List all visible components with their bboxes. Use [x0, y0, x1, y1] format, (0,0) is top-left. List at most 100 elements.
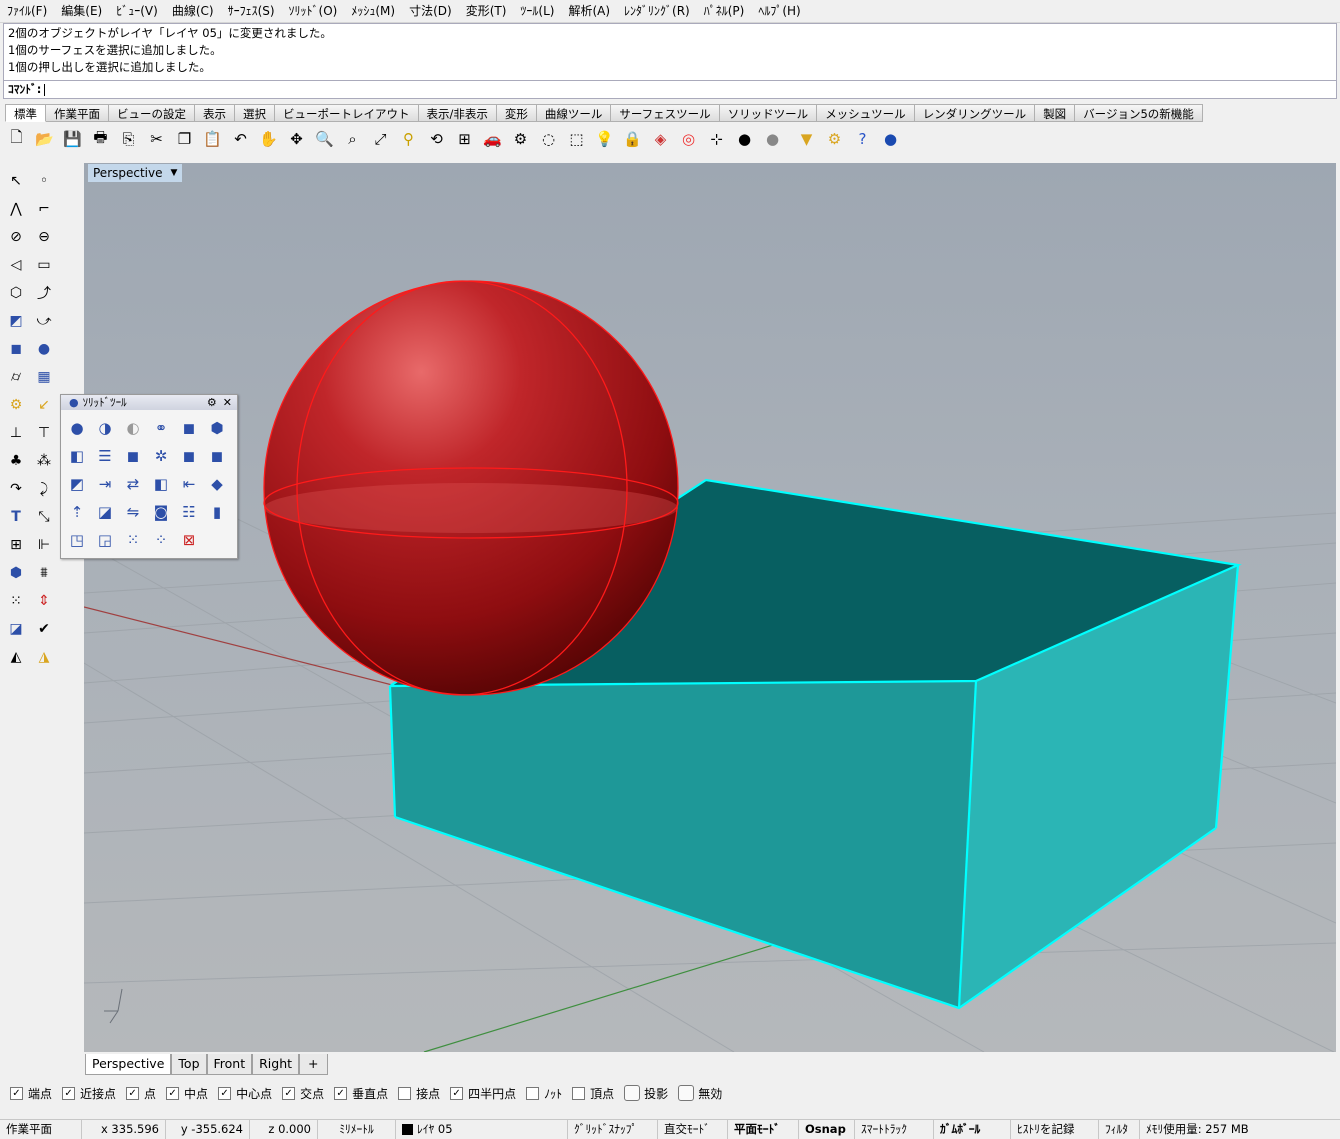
solid-tools-header[interactable]: ● ｿﾘｯﾄﾞﾂｰﾙ ⚙ ✕	[61, 395, 237, 410]
osnap-intersection[interactable]: ✓ 交点	[282, 1085, 324, 1102]
render-sphere-icon[interactable]: ●	[733, 127, 756, 151]
tab-solid-tools[interactable]: ソリッドツール	[719, 104, 818, 122]
save-icon[interactable]: 💾	[61, 127, 84, 151]
status-units[interactable]: ﾐﾘﾒｰﾄﾙ	[318, 1120, 396, 1139]
tab-display[interactable]: 表示	[195, 104, 235, 122]
rotate-3d-icon[interactable]: ⤸	[32, 477, 56, 501]
scale-icon[interactable]: ⤡	[32, 505, 56, 529]
osnap-near[interactable]: ✓ 近接点	[62, 1085, 116, 1102]
mesh-icon[interactable]: ▦	[32, 365, 56, 389]
command-history[interactable]: 2個のオブジェクトがレイヤ「レイヤ 05」に変更されました。 1個のサーフェスを…	[3, 23, 1337, 81]
print-icon[interactable]: 🖶	[89, 127, 112, 151]
car-icon[interactable]: 🚗	[481, 127, 504, 151]
solid-block2-icon[interactable]: ◼	[203, 442, 231, 470]
osnap-point[interactable]: ✓ 点	[126, 1085, 156, 1102]
tab-select[interactable]: 選択	[235, 104, 275, 122]
tab-curve-tools[interactable]: 曲線ツール	[536, 104, 612, 122]
menu-dimension[interactable]: 寸法(D)	[402, 0, 459, 22]
four-views-icon[interactable]: ⊞	[453, 127, 476, 151]
boolean-split-icon[interactable]: ⚭	[147, 414, 175, 442]
osnap-mid[interactable]: ✓ 中点	[166, 1085, 208, 1102]
zoom-selected-icon[interactable]: ⚲	[397, 127, 420, 151]
osnap-perpendicular[interactable]: ✓ 垂直点	[334, 1085, 388, 1102]
tab-drafting[interactable]: 製図	[1035, 104, 1076, 122]
zoom-extents-icon[interactable]: ⤢	[369, 127, 392, 151]
array-icon[interactable]: ⊞	[4, 533, 28, 557]
split-icon[interactable]: ⊥	[4, 421, 28, 445]
record-icon[interactable]: ▼	[795, 127, 818, 151]
viewport-title[interactable]: Perspective ▼	[88, 164, 183, 182]
move-edge-icon[interactable]: ⇄	[119, 470, 147, 498]
material-sphere-icon[interactable]: ●	[761, 127, 784, 151]
tab-visibility[interactable]: 表示/非表示	[418, 104, 497, 122]
status-gumball[interactable]: ｶﾞﾑﾎﾞｰﾙ	[934, 1120, 1011, 1139]
solid-points-icon[interactable]: ◆	[203, 470, 231, 498]
make-hole-icon[interactable]: ◪	[91, 498, 119, 526]
checkbox[interactable]: ✓	[282, 1086, 296, 1100]
grid-array-icon[interactable]: ⁙	[4, 589, 28, 613]
circle-icon[interactable]: ⊘	[4, 225, 28, 249]
rectangle-icon[interactable]: ▭	[32, 253, 56, 277]
fold-face-icon[interactable]: ⇤	[175, 470, 203, 498]
list-icon[interactable]: ☷	[175, 498, 203, 526]
boolean-union-icon[interactable]: ●	[63, 414, 91, 442]
new-icon[interactable]: 🗋	[5, 127, 28, 151]
status-layer[interactable]: ﾚｲﾔ 05	[396, 1120, 568, 1139]
tab-mesh-tools[interactable]: メッシュツール	[817, 104, 915, 122]
rotate-icon[interactable]: ⟲	[425, 127, 448, 151]
toggle[interactable]	[624, 1085, 641, 1101]
block-icon[interactable]: ⬢	[4, 561, 28, 585]
rotate-view-icon[interactable]: ✥	[285, 127, 308, 151]
status-ortho[interactable]: 直交ﾓｰﾄﾞ	[658, 1120, 728, 1139]
osnap-vertex[interactable]: 頂点	[572, 1085, 614, 1102]
polyline-icon[interactable]: ⋀	[4, 197, 28, 221]
osnap-tangent[interactable]: 接点	[398, 1085, 440, 1102]
tab-new-in-v5[interactable]: バージョン5の新機能	[1075, 104, 1203, 122]
rotate-hole-icon[interactable]: ◙	[147, 498, 175, 526]
tab-front[interactable]: Front	[206, 1054, 253, 1075]
render-tools-icon[interactable]: ⚙	[4, 393, 28, 417]
perspective-viewport[interactable]	[84, 163, 1336, 1052]
open-icon[interactable]: 📂	[33, 127, 56, 151]
status-smarttrack[interactable]: ｽﾏｰﾄﾄﾗｯｸ	[855, 1120, 934, 1139]
array-hole-icon[interactable]: ⇋	[119, 498, 147, 526]
split-face-icon[interactable]: ◧	[147, 470, 175, 498]
status-grid-snap[interactable]: ｸﾞﾘｯﾄﾞｽﾅｯﾌﾟ	[568, 1120, 658, 1139]
dot-grid2-icon[interactable]: ⁘	[147, 526, 175, 554]
tab-cplanes[interactable]: 作業平面	[46, 104, 109, 122]
menu-view[interactable]: ﾋﾞｭｰ(V)	[109, 0, 165, 22]
text-icon[interactable]: T	[4, 505, 28, 529]
osnap-quadrant[interactable]: ✓ 四半円点	[450, 1085, 516, 1102]
color-wheel-icon[interactable]: ◎	[677, 127, 700, 151]
checkbox[interactable]: ✓	[10, 1086, 23, 1100]
layers-icon[interactable]: ◈	[649, 127, 672, 151]
named-cplane-icon[interactable]: ⊹	[705, 127, 728, 151]
light-icon[interactable]: 💡	[593, 127, 616, 151]
extrude-face-icon[interactable]: ⇥	[91, 470, 119, 498]
tab-render-tools[interactable]: レンダリングツール	[914, 104, 1036, 122]
menu-file[interactable]: ﾌｧｲﾙ(F)	[0, 0, 54, 22]
paste-icon[interactable]: 📋	[201, 127, 224, 151]
copy-icon[interactable]: ❐	[173, 127, 196, 151]
explode-icon[interactable]: ⁂	[32, 449, 56, 473]
arc-icon[interactable]: ◁	[4, 253, 28, 277]
check-icon[interactable]: ✔	[32, 617, 56, 641]
snap-icon[interactable]: ⬚	[565, 127, 588, 151]
close-icon[interactable]: ✕	[223, 395, 232, 410]
import-icon[interactable]: ⎘	[117, 127, 140, 151]
boolean-icon[interactable]: ●	[32, 337, 56, 361]
history-icon[interactable]: ⇕	[32, 589, 56, 613]
solid-block-icon[interactable]: ◼	[175, 442, 203, 470]
curve-icon[interactable]: ⌐	[32, 197, 56, 221]
menu-help[interactable]: ﾍﾙﾌﾟ(H)	[751, 0, 807, 22]
help-icon[interactable]: ?	[851, 127, 874, 151]
toggle[interactable]	[678, 1085, 695, 1101]
delete-solid-icon[interactable]: ⊠	[175, 526, 203, 554]
checkbox[interactable]: ✓	[218, 1086, 232, 1100]
point-icon[interactable]: ◦	[32, 169, 56, 193]
menu-transform[interactable]: 変形(T)	[459, 0, 514, 22]
boolean-difference-icon[interactable]: ◑	[91, 414, 119, 442]
menu-solid[interactable]: ｿﾘｯﾄﾞ(O)	[282, 0, 345, 22]
analyze-icon[interactable]: ◪	[4, 617, 28, 641]
menu-panels[interactable]: ﾊﾟﾈﾙ(P)	[697, 0, 752, 22]
